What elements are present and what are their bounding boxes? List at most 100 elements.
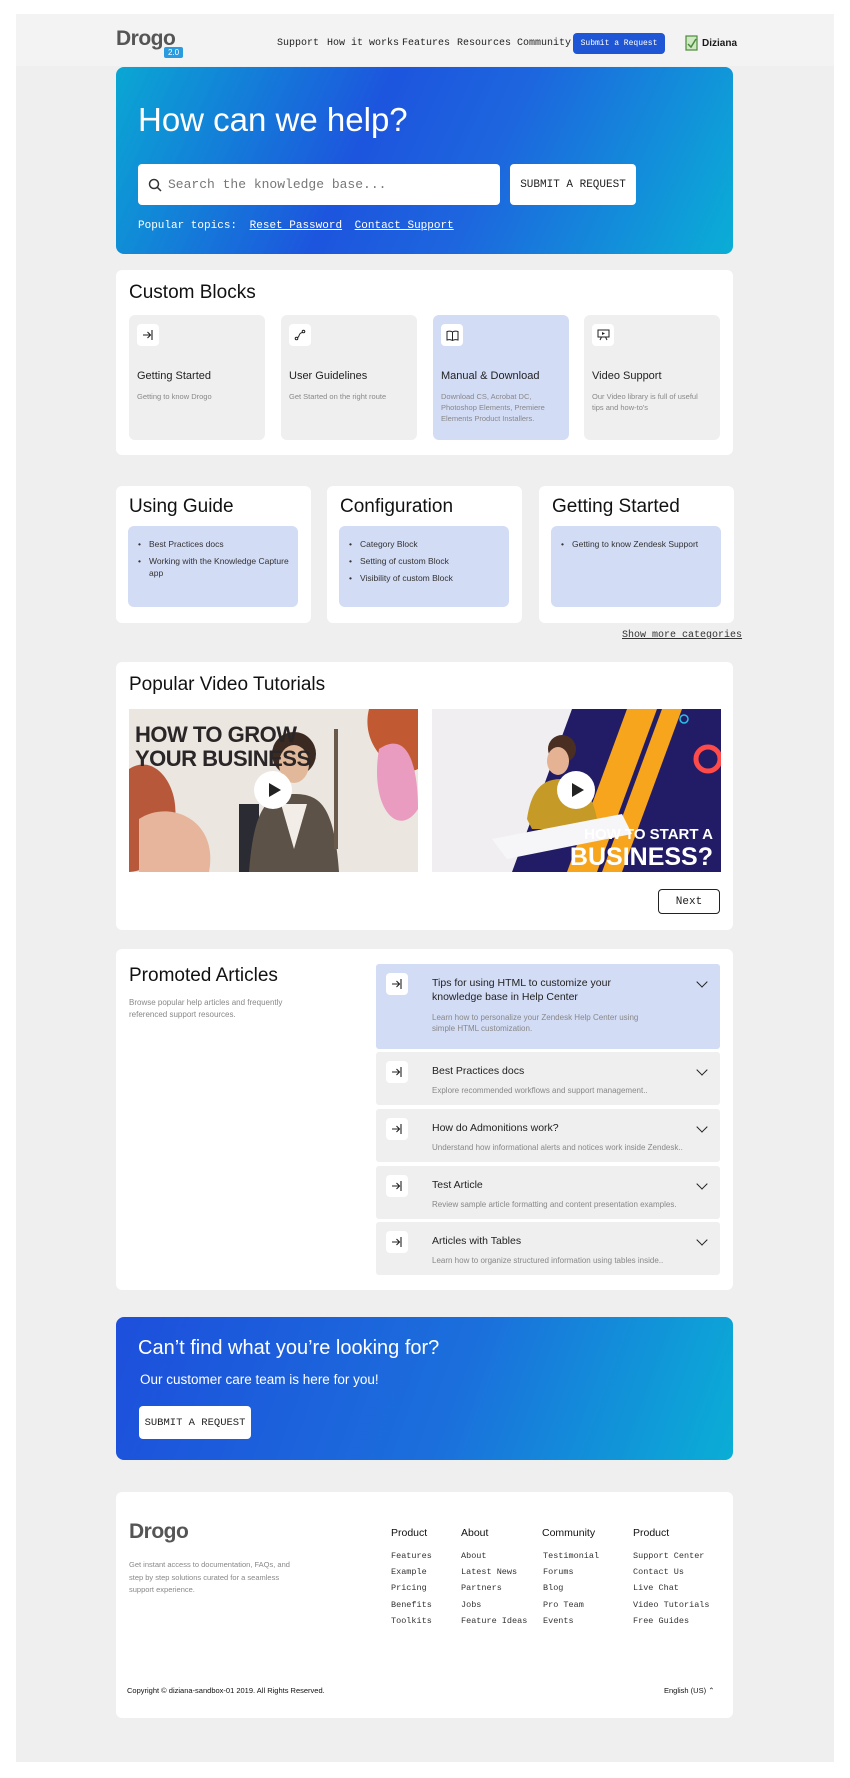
search-placeholder: Search the knowledge base... — [168, 177, 387, 192]
category-title: Using Guide — [129, 496, 234, 517]
promoted-articles-desc: Browse popular help articles and frequen… — [129, 998, 283, 1019]
footer-link[interactable]: Pricing — [391, 1580, 432, 1596]
article-title: Tips for using HTML to customize your kn… — [432, 977, 611, 1003]
play-icon[interactable] — [254, 771, 292, 809]
language-selector[interactable]: English (US) ⌃ — [664, 1686, 715, 1695]
footer-link[interactable]: Video Tutorials — [633, 1597, 710, 1613]
block-title: Manual & Download — [441, 370, 540, 382]
cta-submit-button[interactable]: SUBMIT A REQUEST — [139, 1406, 251, 1439]
play-icon[interactable] — [557, 771, 595, 809]
footer-link[interactable]: Events — [543, 1613, 599, 1629]
custom-blocks-card: Custom Blocks Getting Started Getting to… — [116, 270, 733, 455]
category-item[interactable]: Setting of custom Block — [349, 555, 453, 567]
category-item[interactable]: Visibility of custom Block — [349, 572, 453, 584]
footer-links: Support Center Contact Us Live Chat Vide… — [633, 1548, 710, 1629]
footer-link[interactable]: Contact Us — [633, 1564, 710, 1580]
footer-links: About Latest News Partners Jobs Feature … — [461, 1548, 527, 1629]
footer-link[interactable]: Features — [391, 1548, 432, 1564]
footer-link[interactable]: Toolkits — [391, 1613, 432, 1629]
nav-how-it-works[interactable]: How it works — [327, 38, 399, 49]
block-desc: Our Video library is full of useful tips… — [592, 392, 698, 412]
sign-in-icon — [386, 1231, 408, 1253]
video-caption: HOW TO START A BUSINESS? — [569, 824, 713, 871]
submit-request-button[interactable]: Submit a Request — [573, 33, 665, 54]
hero-submit-button[interactable]: SUBMIT A REQUEST — [510, 164, 636, 205]
popular-topics: Popular topics: Reset Password Contact S… — [138, 220, 454, 232]
block-getting-started[interactable]: Getting Started Getting to know Drogo — [129, 315, 265, 440]
copyright: Copyright © diziana-sandbox-01 2019. All… — [127, 1686, 325, 1695]
footer-link[interactable]: Latest News — [461, 1564, 527, 1580]
footer-link[interactable]: Example — [391, 1564, 432, 1580]
category-card-configuration[interactable]: Configuration Category Block Setting of … — [327, 486, 522, 623]
footer-link[interactable]: Blog — [543, 1580, 599, 1596]
category-item[interactable]: Category Block — [349, 538, 453, 550]
cta-banner: Can’t find what you’re looking for? Our … — [116, 1317, 733, 1460]
nav-support[interactable]: Support — [277, 38, 319, 49]
chevron-down-icon[interactable] — [696, 1234, 708, 1246]
chevron-down-icon[interactable] — [696, 1121, 708, 1133]
article-title: Articles with Tables — [432, 1235, 522, 1247]
nav-features[interactable]: Features — [402, 38, 450, 49]
footer-link[interactable]: Forums — [543, 1564, 599, 1580]
next-button[interactable]: Next — [658, 889, 720, 914]
article-title: Test Article — [432, 1179, 483, 1191]
article-item[interactable]: Test Article Review sample article forma… — [376, 1166, 720, 1219]
footer-col-title: Product — [633, 1527, 670, 1539]
article-title: How do Admonitions work? — [432, 1122, 559, 1134]
footer-link[interactable]: Partners — [461, 1580, 527, 1596]
chevron-down-icon[interactable] — [696, 1178, 708, 1190]
category-item[interactable]: Working with the Knowledge Capture app — [138, 555, 298, 579]
footer-link[interactable]: Live Chat — [633, 1580, 710, 1596]
article-desc: Learn how to personalize your Zendesk He… — [432, 1013, 639, 1033]
search-input[interactable]: Search the knowledge base... — [138, 164, 500, 205]
article-item[interactable]: How do Admonitions work? Understand how … — [376, 1109, 720, 1162]
article-desc: Review sample article formatting and con… — [432, 1200, 677, 1209]
article-item[interactable]: Best Practices docs Explore recommended … — [376, 1052, 720, 1105]
block-video-support[interactable]: Video Support Our Video library is full … — [584, 315, 720, 440]
block-desc: Getting to know Drogo — [137, 392, 212, 401]
footer-link[interactable]: Pro Team — [543, 1597, 599, 1613]
topic-link-reset-password[interactable]: Reset Password — [250, 220, 342, 232]
category-item[interactable]: Best Practices docs — [138, 538, 298, 550]
footer-link[interactable]: Benefits — [391, 1597, 432, 1613]
footer-link[interactable]: Jobs — [461, 1597, 527, 1613]
user-avatar-icon — [685, 35, 699, 51]
article-desc: Learn how to organize structured informa… — [432, 1256, 664, 1265]
footer-link[interactable]: Feature Ideas — [461, 1613, 527, 1629]
category-card-using-guide[interactable]: Using Guide Best Practices docs Working … — [116, 486, 311, 623]
chevron-down-icon[interactable] — [696, 1064, 708, 1076]
article-item-expanded[interactable]: Tips for using HTML to customize your kn… — [376, 964, 720, 1049]
footer-link[interactable]: About — [461, 1548, 527, 1564]
popular-topics-label: Popular topics: — [138, 220, 238, 232]
video-caption: HOW TO GROW YOUR BUSINESS — [135, 723, 311, 771]
topic-link-contact-support[interactable]: Contact Support — [355, 220, 454, 232]
chevron-up-icon: ⌃ — [708, 1686, 715, 1695]
footer-link[interactable]: Free Guides — [633, 1613, 710, 1629]
version-badge: 2.0 — [164, 47, 184, 58]
footer-link[interactable]: Testimonial — [543, 1548, 599, 1564]
show-more-categories-link[interactable]: Show more categories — [622, 630, 742, 641]
video-thumbnail-start-business[interactable]: HOW TO START A BUSINESS? — [432, 709, 721, 872]
category-title: Configuration — [340, 496, 454, 517]
sign-in-icon — [386, 973, 408, 995]
category-item[interactable]: Getting to know Zendesk Support — [561, 538, 698, 550]
block-desc: Download CS, Acrobat DC, Photoshop Eleme… — [441, 392, 545, 423]
nav-community[interactable]: Community — [517, 38, 571, 49]
footer-col-title: Community — [542, 1527, 596, 1539]
chevron-down-icon[interactable] — [696, 976, 708, 988]
search-icon — [148, 178, 162, 192]
footer-link[interactable]: Support Center — [633, 1548, 710, 1564]
article-item[interactable]: Articles with Tables Learn how to organi… — [376, 1222, 720, 1275]
block-user-guidelines[interactable]: User Guidelines Get Started on the right… — [281, 315, 417, 440]
video-tutorials-title: Popular Video Tutorials — [129, 674, 326, 695]
cta-subtitle: Our customer care team is here for you! — [140, 1372, 379, 1387]
nav-resources[interactable]: Resources — [457, 38, 511, 49]
user-name[interactable]: Diziana — [702, 38, 737, 49]
block-title: User Guidelines — [289, 370, 368, 382]
category-card-getting-started[interactable]: Getting Started Getting to know Zendesk … — [539, 486, 734, 623]
video-icon — [592, 324, 614, 346]
video-thumbnail-grow-business[interactable]: HOW TO GROW YOUR BUSINESS — [129, 709, 418, 872]
footer-logo[interactable]: Drogo — [129, 1520, 189, 1544]
block-manual-download[interactable]: Manual & Download Download CS, Acrobat D… — [433, 315, 569, 440]
video-caption-line: BUSINESS? — [569, 843, 713, 871]
